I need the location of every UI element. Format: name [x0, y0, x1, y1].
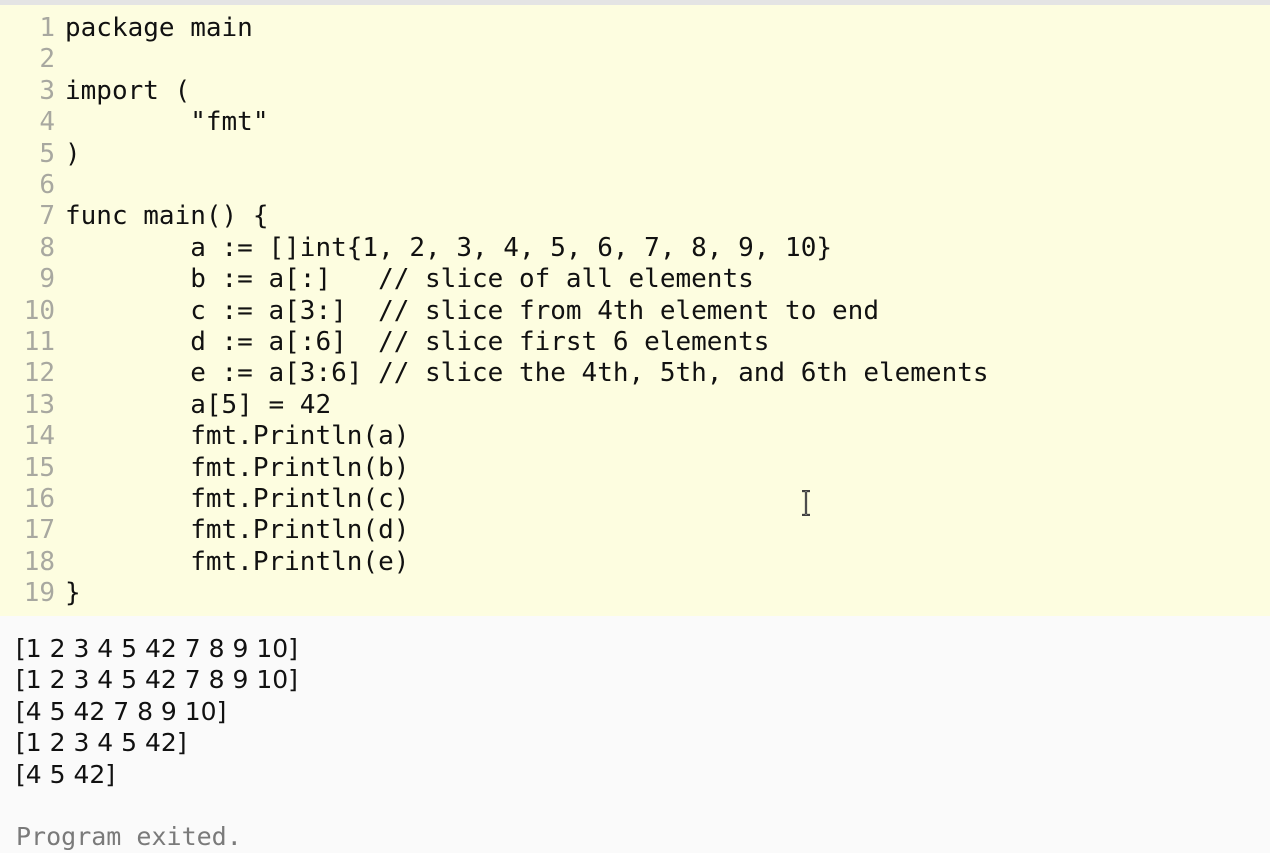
code-text: fmt.Println(d) — [65, 515, 410, 546]
i-beam-cursor-icon — [802, 490, 810, 516]
code-line: 10 c := a[3:] // slice from 4th element … — [0, 296, 1270, 327]
output-line: [1 2 3 4 5 42] — [16, 728, 187, 758]
line-number: 7 — [39, 201, 55, 232]
line-number: 5 — [39, 138, 55, 169]
code-text: a := []int{1, 2, 3, 4, 5, 6, 7, 8, 9, 10… — [65, 232, 833, 263]
code-text: package main — [65, 13, 253, 43]
output-line: [4 5 42 7 8 9 10] — [16, 696, 227, 726]
line-number: 13 — [23, 389, 55, 420]
code-text: fmt.Println(a) — [65, 421, 410, 452]
output-line: [1 2 3 4 5 42 7 8 9 10] — [16, 634, 298, 663]
code-line: 15 fmt.Println(b) — [0, 453, 1270, 484]
code-line: 17 fmt.Println(d) — [0, 515, 1270, 546]
code-text: e := a[3:6] // slice the 4th, 5th, and 6… — [65, 358, 989, 389]
line-number: 10 — [23, 295, 55, 326]
code-line: 19 } — [0, 578, 1270, 609]
code-text: "fmt" — [65, 107, 269, 138]
line-number: 1 — [39, 13, 55, 43]
line-number: 6 — [39, 170, 55, 200]
code-line: 9 b := a[:] // slice of all elements — [0, 264, 1270, 295]
exit-status: Program exited. — [16, 822, 242, 851]
code-text: ) — [65, 138, 81, 169]
code-line: 6 — [0, 170, 1270, 201]
output-line: [1 2 3 4 5 42 7 8 9 10] — [16, 665, 298, 695]
code-line: 2 — [0, 44, 1270, 75]
code-line: 3 import ( — [0, 76, 1270, 107]
code-text: b := a[:] // slice of all elements — [65, 264, 754, 295]
code-text: fmt.Println(b) — [65, 452, 410, 483]
code-text: } — [65, 578, 81, 609]
line-number: 4 — [39, 107, 55, 138]
code-line: 8 a := []int{1, 2, 3, 4, 5, 6, 7, 8, 9, … — [0, 233, 1270, 264]
code-text: fmt.Println(c) — [65, 484, 410, 514]
code-text: d := a[:6] // slice first 6 elements — [65, 327, 770, 357]
code-line: 1 package main — [0, 13, 1270, 44]
line-number: 2 — [39, 44, 55, 75]
line-number: 18 — [23, 546, 55, 577]
code-line: 16 fmt.Println(c) — [0, 484, 1270, 515]
code-text: func main() { — [65, 201, 269, 232]
line-number: 11 — [23, 327, 55, 357]
code-line: 14 fmt.Println(a) — [0, 421, 1270, 452]
line-number: 19 — [23, 578, 55, 609]
output-line: [4 5 42] — [16, 759, 116, 789]
line-number: 16 — [23, 484, 55, 514]
code-line: 5 ) — [0, 139, 1270, 170]
code-text: c := a[3:] // slice from 4th element to … — [65, 295, 879, 326]
code-text: a[5] = 42 — [65, 389, 332, 420]
code-line: 12 e := a[3:6] // slice the 4th, 5th, an… — [0, 358, 1270, 389]
line-number: 9 — [39, 264, 55, 295]
line-number: 8 — [39, 232, 55, 263]
code-line: 13 a[5] = 42 — [0, 390, 1270, 421]
code-editor[interactable]: 1 package main 2 3 import ( 4 "fmt" 5 ) … — [0, 5, 1270, 616]
line-number: 3 — [39, 75, 55, 106]
program-output: [1 2 3 4 5 42 7 8 9 10] [1 2 3 4 5 42 7 … — [0, 616, 1270, 853]
code-text: fmt.Println(e) — [65, 546, 410, 577]
code-line: 4 "fmt" — [0, 107, 1270, 138]
line-number: 12 — [23, 358, 55, 389]
line-number: 15 — [23, 452, 55, 483]
code-line: 11 d := a[:6] // slice first 6 elements — [0, 327, 1270, 358]
code-text: import ( — [65, 75, 191, 106]
code-line: 7 func main() { — [0, 201, 1270, 232]
code-line: 18 fmt.Println(e) — [0, 547, 1270, 578]
line-number: 17 — [23, 515, 55, 546]
line-number: 14 — [23, 421, 55, 452]
